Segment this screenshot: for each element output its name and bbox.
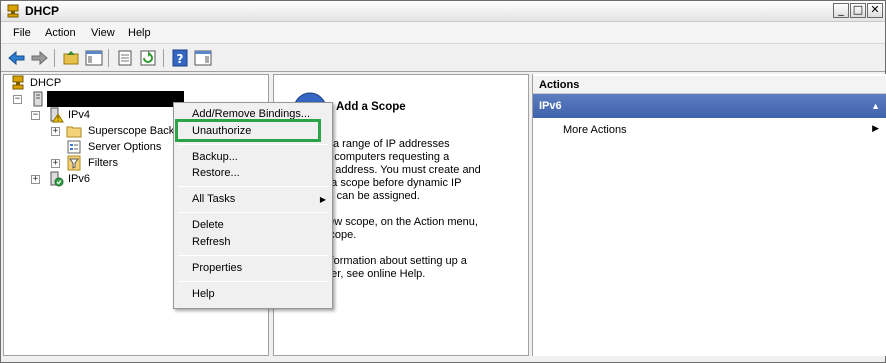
tree-label-dhcp: DHCP [30, 77, 62, 89]
scope-help-line: information about setting up a [322, 255, 467, 267]
menu-separator [178, 212, 328, 213]
actions-pane: Actions IPv6 ▲ More Actions ▶ [532, 74, 886, 356]
minimize-button[interactable]: _ [833, 3, 849, 18]
menu-view[interactable]: View [91, 27, 115, 39]
scope-description-line: IP address. You must create and [322, 164, 481, 176]
dhcp-icon [12, 75, 24, 90]
menu-item-all-tasks[interactable]: All Tasks [192, 193, 235, 205]
menu-file[interactable]: File [13, 27, 31, 39]
menu-item-delete[interactable]: Delete [192, 219, 224, 231]
menu-separator [178, 186, 328, 187]
menu-action[interactable]: Action [45, 27, 76, 39]
expand-toggle[interactable]: + [51, 159, 60, 168]
menu-item-help[interactable]: Help [192, 288, 215, 300]
actions-group-ipv6[interactable]: IPv6 ▲ [533, 94, 886, 118]
toolbar-separator [54, 49, 55, 67]
submenu-arrow-icon: ▶ [872, 123, 879, 133]
redacted-server-name [47, 91, 184, 107]
menu-help[interactable]: Help [128, 27, 151, 39]
collapse-toggle[interactable]: − [31, 111, 40, 120]
show-hide-action-pane-icon[interactable] [193, 49, 213, 67]
svg-text:?: ? [177, 52, 184, 66]
tree-label-ipv4: IPv4 [68, 109, 91, 121]
menu-item-properties[interactable]: Properties [192, 262, 242, 274]
toolbar: ? [1, 44, 885, 72]
filter-icon [67, 155, 81, 171]
scope-help-line: rver, see online Help. [322, 268, 426, 280]
add-scope-title: Add a Scope [336, 101, 406, 113]
properties-page-icon[interactable] [115, 49, 135, 67]
submenu-arrow-icon: ▶ [319, 195, 326, 204]
actions-header: Actions [533, 76, 886, 94]
server-options-icon [67, 140, 81, 154]
show-hide-console-tree-icon[interactable] [84, 49, 104, 67]
menu-separator [178, 255, 328, 256]
ipv4-warning-icon: ! [50, 107, 64, 123]
back-arrow-icon[interactable] [7, 49, 27, 67]
close-button[interactable]: ✕ [867, 3, 883, 18]
menu-separator [178, 144, 328, 145]
tree-item-superscope[interactable]: + Superscope Backu [48, 123, 181, 139]
menu-bar: File Action View Help [1, 22, 885, 44]
tree-item-dhcp[interactable]: DHCP [8, 75, 88, 91]
tree-label-server-options: Server Options [88, 141, 162, 153]
expand-toggle[interactable]: + [31, 175, 40, 184]
toolbar-separator [163, 49, 164, 67]
server-icon [33, 91, 43, 107]
menu-item-restore[interactable]: Restore... [192, 167, 240, 179]
tree-item-server-options[interactable]: Server Options [48, 139, 178, 155]
scope-description-line: to computers requesting a [322, 151, 450, 163]
tree-label-filters: Filters [88, 157, 118, 169]
window-title: DHCP [25, 4, 60, 18]
svg-text:!: ! [57, 115, 60, 123]
tree-item-ipv4[interactable]: − ! IPv4 [28, 107, 148, 123]
forward-arrow-icon[interactable] [29, 49, 49, 67]
folder-icon [66, 126, 82, 138]
help-icon[interactable]: ? [170, 49, 190, 67]
dhcp-window: DHCP _ □ ✕ File Action View Help ? DHCP … [0, 0, 886, 363]
collapse-toggle[interactable]: − [13, 95, 22, 104]
tree-label-superscope: Superscope Backu [88, 125, 181, 137]
scope-instruction-line: new scope, on the Action menu, [322, 216, 478, 228]
toolbar-separator [108, 49, 109, 67]
ipv6-ok-icon [50, 171, 64, 187]
scope-description-line: e a scope before dynamic IP [322, 177, 462, 189]
unauthorize-highlight-box [175, 119, 321, 142]
menu-item-refresh[interactable]: Refresh [192, 236, 231, 248]
menu-item-backup[interactable]: Backup... [192, 151, 238, 163]
collapse-up-arrow-icon[interactable]: ▲ [871, 94, 880, 118]
tree-item-ipv6[interactable]: + IPv6 [28, 171, 148, 187]
actions-group-label: IPv6 [539, 100, 562, 112]
tree-item-filters[interactable]: + Filters [48, 155, 178, 171]
maximize-button[interactable]: □ [850, 3, 866, 18]
scope-description-line: is a range of IP addresses [322, 138, 450, 150]
title-bar: DHCP _ □ ✕ [1, 1, 885, 22]
scope-description-line: es can be assigned. [322, 190, 420, 202]
up-folder-icon[interactable] [61, 49, 81, 67]
refresh-icon[interactable] [138, 49, 158, 67]
tree-label-ipv6: IPv6 [68, 173, 91, 185]
menu-separator [178, 281, 328, 282]
dhcp-app-icon [7, 4, 19, 18]
expand-toggle[interactable]: + [51, 127, 60, 136]
more-actions-item[interactable]: More Actions [563, 124, 627, 136]
